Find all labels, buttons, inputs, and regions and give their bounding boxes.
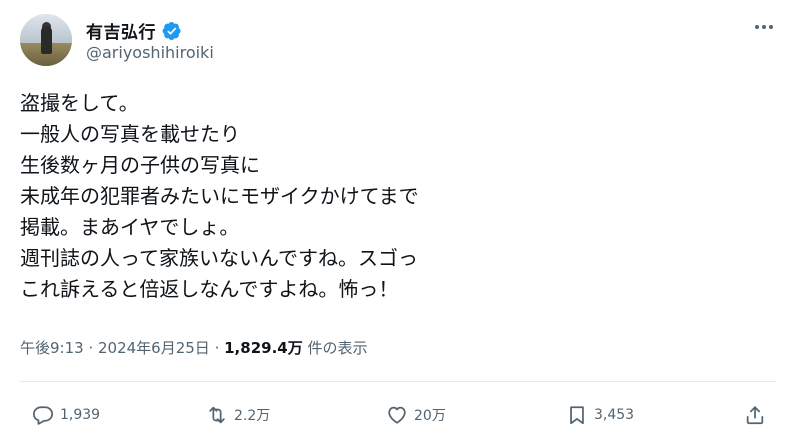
share-button[interactable]: [744, 397, 766, 433]
meta-separator: ·: [83, 339, 98, 357]
author-name[interactable]: 有吉弘行: [86, 18, 156, 43]
tweet-line: 未成年の犯罪者みたいにモザイクかけてまで: [20, 184, 419, 208]
tweet-time[interactable]: 午後9:13: [20, 339, 84, 357]
tweet-meta: 午後9:13 · 2024年6月25日 · 1,829.4万 件の表示: [20, 337, 368, 358]
tweet-text: 盗撮をして。 一般人の写真を載せたり 生後数ヶ月の子供の写真に 未成年の犯罪者み…: [20, 88, 419, 305]
divider: [20, 381, 776, 382]
view-count-label: 件の表示: [302, 339, 368, 357]
author-handle[interactable]: @ariyoshihiroiki: [86, 43, 214, 62]
tweet-line: 一般人の写真を載せたり: [20, 122, 240, 146]
view-count[interactable]: 1,829.4万: [224, 339, 303, 357]
verified-badge-icon: [162, 21, 182, 41]
bookmark-count: 3,453: [594, 407, 635, 423]
avatar[interactable]: [20, 14, 72, 66]
bookmark-button[interactable]: 3,453: [566, 397, 634, 433]
action-bar: 1,939 2.2万 20万 3,453: [20, 397, 776, 433]
tweet-line: 生後数ヶ月の子供の写真に: [20, 153, 260, 177]
tweet-line: 盗撮をして。: [20, 91, 139, 115]
tweet-line: 掲載。まあイヤでしょ。: [20, 215, 240, 239]
tweet-line: これ訴えると倍返しなんですよね。怖っ！: [20, 277, 399, 301]
author-name-row: 有吉弘行: [86, 18, 182, 43]
bookmark-icon: [570, 406, 584, 425]
reply-icon: [32, 406, 54, 425]
repost-count: 2.2万: [234, 408, 271, 424]
share-icon: [746, 406, 764, 425]
reply-count: 1,939: [60, 407, 101, 423]
tweet-line: 週刊誌の人って家族いないんですね。スゴっ: [20, 246, 418, 270]
reply-button[interactable]: 1,939: [32, 397, 100, 433]
heart-icon: [388, 406, 406, 424]
more-icon[interactable]: [752, 18, 776, 36]
tweet-date[interactable]: 2024年6月25日: [98, 339, 210, 357]
meta-separator: ·: [209, 339, 225, 357]
repost-icon: [209, 406, 225, 424]
avatar-person: [41, 26, 52, 54]
like-button[interactable]: 20万: [386, 397, 446, 433]
like-count: 20万: [414, 408, 446, 424]
repost-button[interactable]: 2.2万: [206, 397, 270, 433]
